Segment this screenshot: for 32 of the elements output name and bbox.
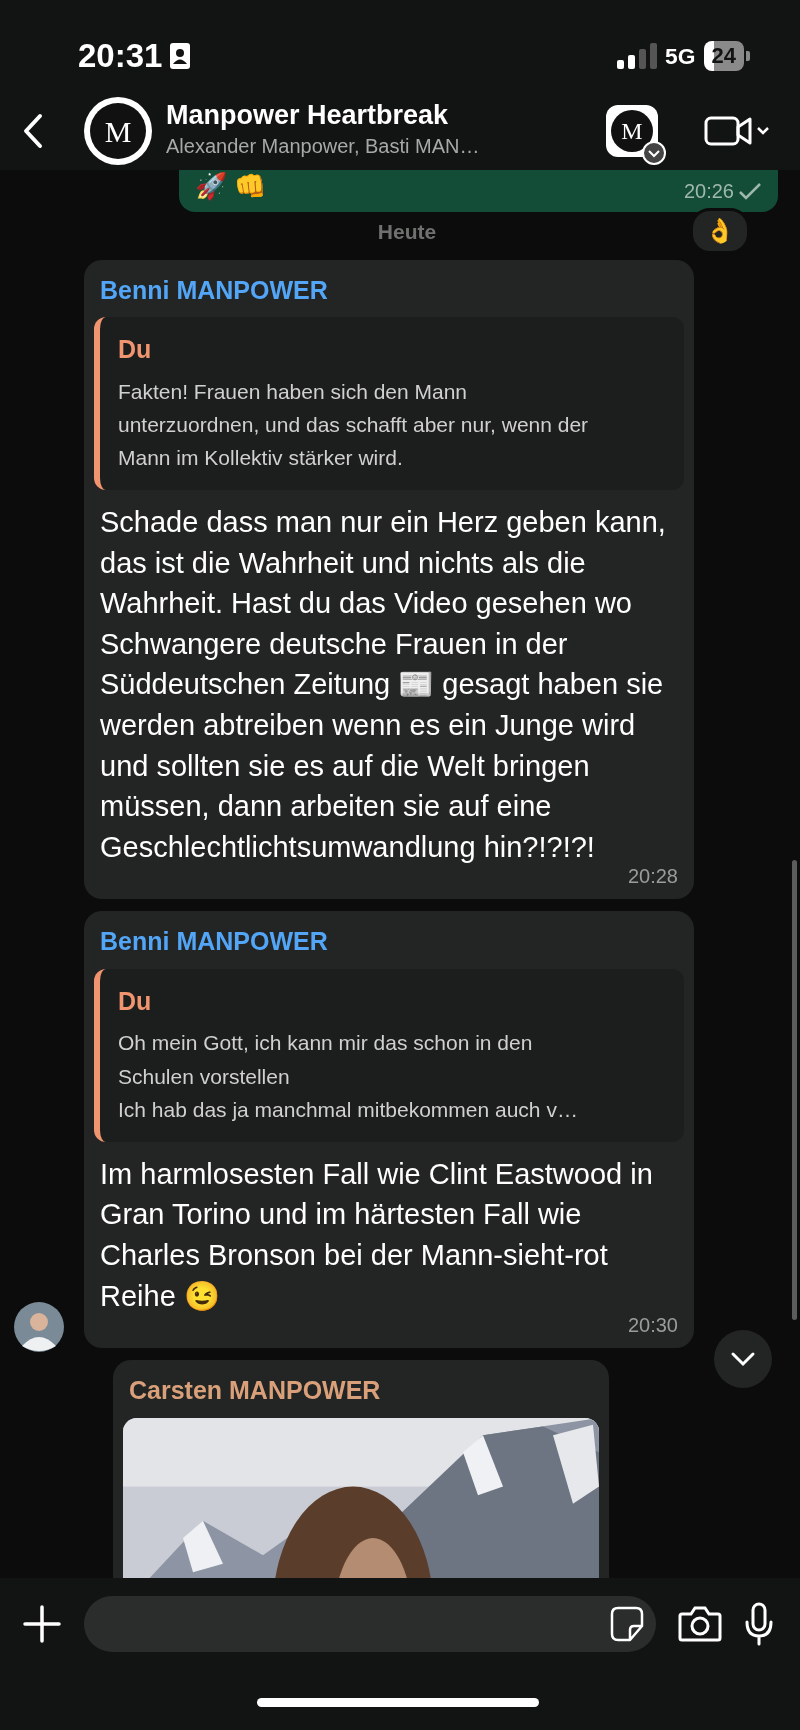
members-subtitle: Alexander Manpower, Basti MAN… <box>166 133 481 159</box>
quote-author: Du <box>118 334 153 365</box>
quote-author: Du <box>118 985 153 1017</box>
add-attachment-button[interactable] <box>22 1604 62 1644</box>
quoted-message[interactable]: Du Fakten! Frauen haben sich den Mann unterzuordnen, und das schafft aber nur, wenn der Mann im Kollektiv stärker wird. <box>94 317 684 490</box>
sticker-icon[interactable] <box>610 1606 644 1642</box>
sender-name: Benni MANPOWER <box>99 926 329 958</box>
date-separator: Heute <box>377 219 437 245</box>
signal-icon <box>617 43 658 69</box>
message-text: 🚀 👊 <box>195 170 267 203</box>
network-label: 5G <box>665 41 696 71</box>
message-time: 20:30 <box>626 1313 679 1339</box>
group-avatar[interactable]: M <box>84 97 152 165</box>
sender-name: Carsten MANPOWER <box>128 1375 382 1407</box>
message-text: Schade dass man nur ein Herz geben kann, das ist die Wahrheit und nichts als die Wahrheit. Hast du das Video gesehen wo Schwangere deutsche Frauen in der Süddeutschen Zeitung 📰 gesagt haben sie werden abtreiben wenn es ein Junge wird und sollten sie es auf die Welt bringen müssen, dann arbeiten sie auf eine Geschlechtlichtsumwandlung hin?!?!?! <box>99 505 667 865</box>
sender-avatar[interactable] <box>14 1302 64 1353</box>
quote-text: Oh mein Gott, ich kann mir das schon in den Schulen vorstellen Ich hab das ja manchmal mitbekommen auch v… <box>118 1030 579 1123</box>
chevron-down-icon[interactable] <box>642 141 666 165</box>
message-time: 20:26 <box>683 179 734 204</box>
message-text: Im harmlosesten Fall wie Clint Eastwood in Gran Torino und im härtesten Fall wie Charles Bronson bei der Mann-sieht-rot Reihe 😉 <box>99 1156 654 1314</box>
message-time: 20:28 <box>626 864 679 890</box>
quoted-message[interactable]: Du Oh mein Gott, ich kann mir das schon in den Schulen vorstellen Ich hab das ja manchmal mitbekommen auch v… <box>94 968 684 1142</box>
camera-button[interactable] <box>678 1606 722 1642</box>
microphone-button[interactable] <box>744 1602 774 1646</box>
message-input[interactable] <box>84 1596 656 1652</box>
sender-name: Benni MANPOWER <box>99 274 329 306</box>
chevron-down-icon[interactable] <box>730 1351 756 1367</box>
chat-title[interactable]: Manpower Heartbreak <box>166 101 592 131</box>
contact-card-icon <box>170 43 191 69</box>
reaction-chip[interactable]: 👌 <box>690 208 750 254</box>
clock-time: 20:31 <box>78 36 163 77</box>
quote-text: Fakten! Frauen haben sich den Mann unterzuordnen, und das schafft aber nur, wenn der Mann im Kollektiv stärker wird. <box>118 378 590 471</box>
